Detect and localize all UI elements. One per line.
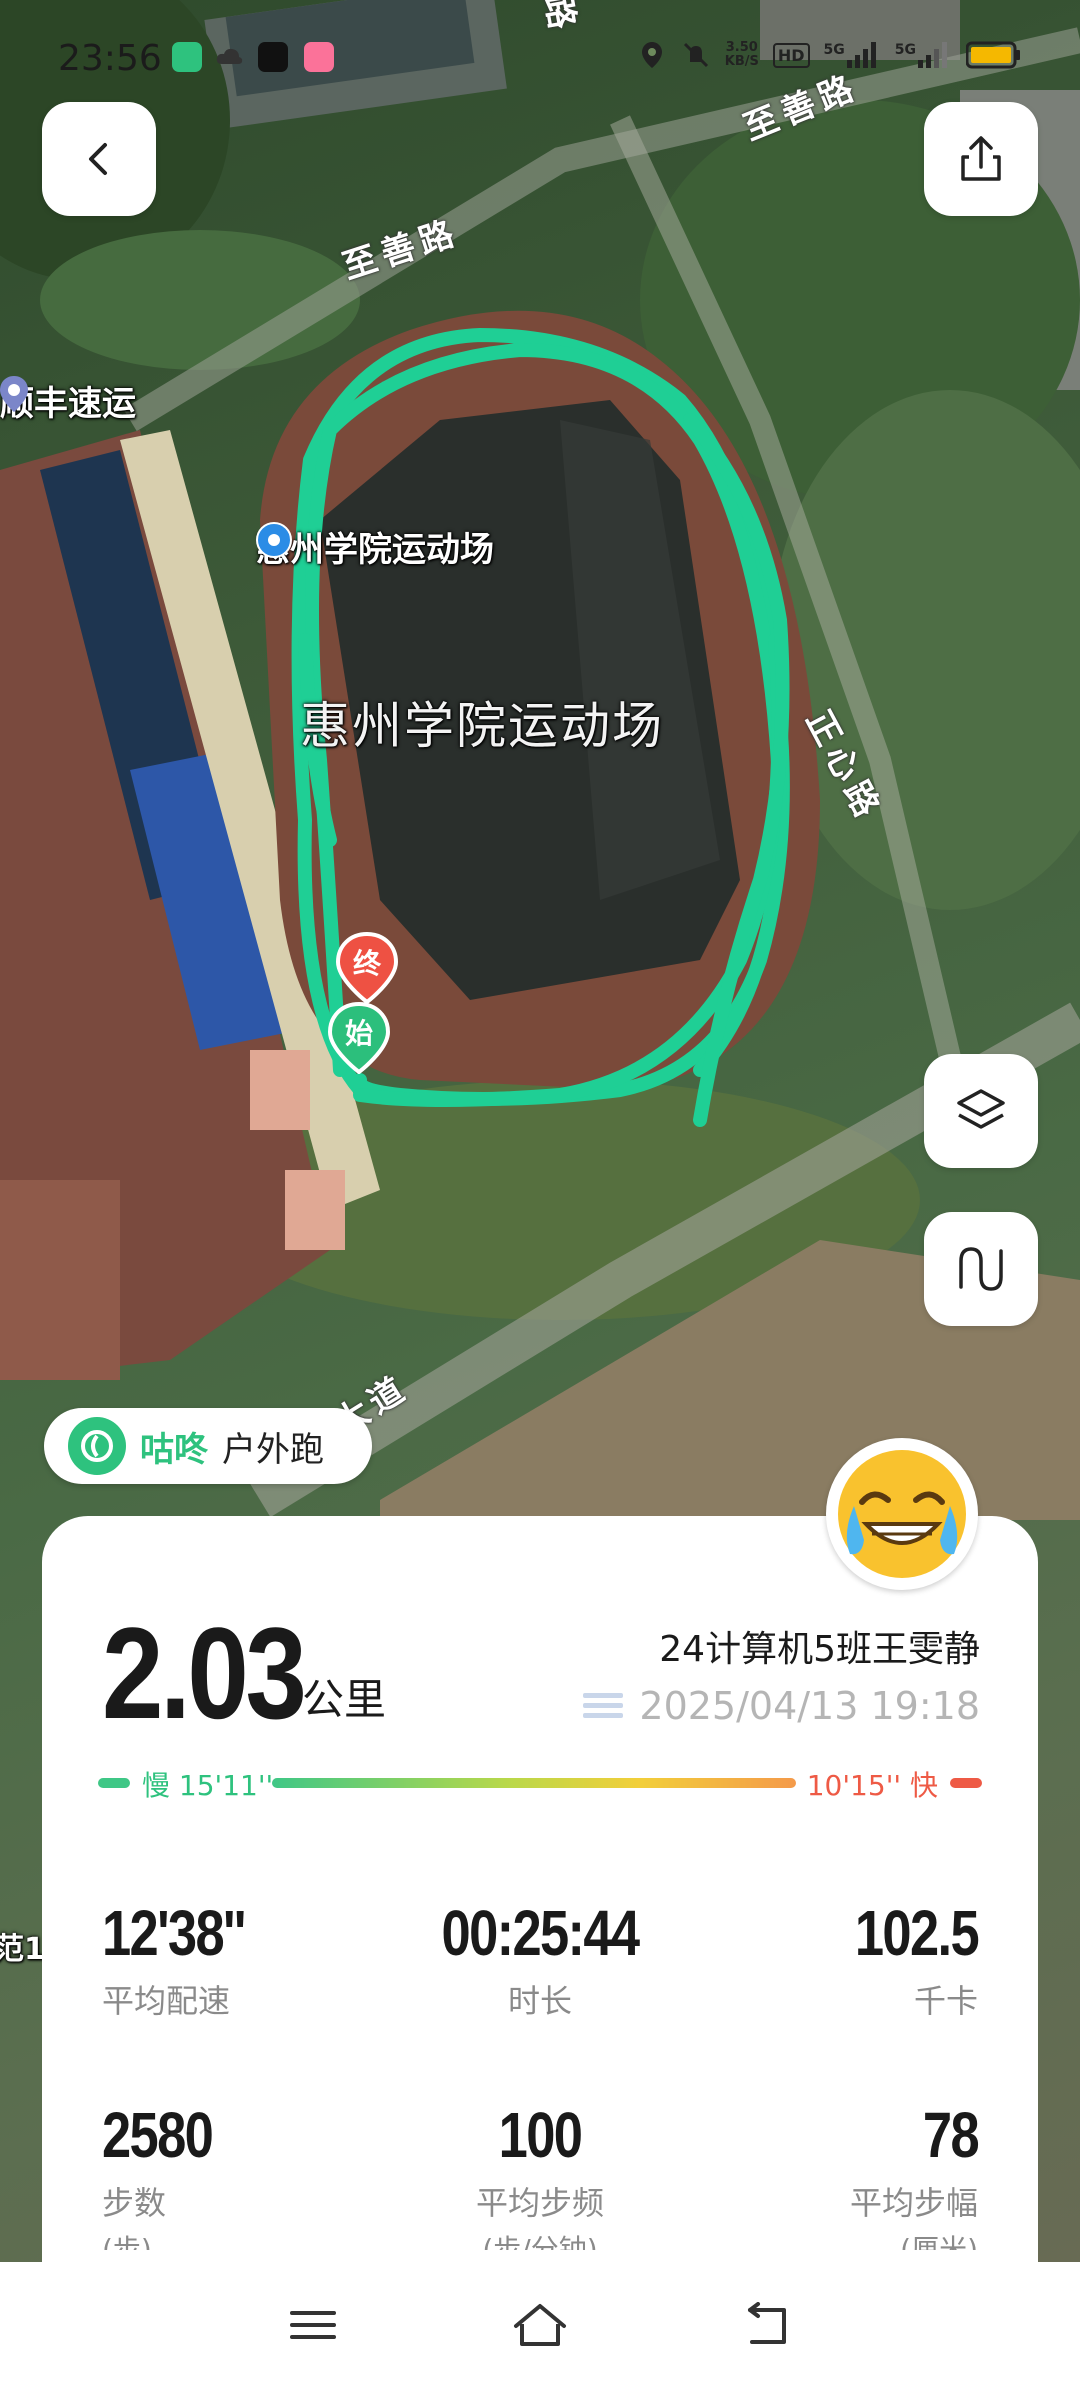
signal-bars-icon bbox=[918, 42, 947, 68]
status-time: 23:56 bbox=[58, 38, 162, 79]
stat-unit: (步) bbox=[102, 2233, 152, 2250]
chevron-left-icon bbox=[89, 143, 107, 175]
stat-calories: 102.5 千卡 bbox=[678, 1896, 980, 2022]
pace-scale: 慢 15'11'' 10'15'' 快 bbox=[98, 1764, 982, 1804]
sports-pin-icon bbox=[256, 522, 292, 558]
battery-icon bbox=[966, 41, 1020, 69]
stat-avg-pace: 12'38'' 平均配速 bbox=[102, 1896, 402, 2022]
area-label-stadium: 惠州学院运动场 bbox=[300, 697, 664, 755]
stat-duration: 00:25:44 时长 bbox=[390, 1896, 690, 2022]
net-speed-unit: KB/S bbox=[724, 54, 759, 69]
distance-value: 2.03 bbox=[102, 1600, 307, 1746]
stat-label: 步数 bbox=[102, 2184, 167, 2222]
stat-value: 2580 bbox=[102, 2099, 214, 2171]
user-name: 24计算机5班王雯静 bbox=[659, 1629, 980, 1670]
hd-badge: HD bbox=[772, 42, 810, 68]
net-speed-value: 3.50 bbox=[725, 40, 758, 55]
back-arrow-icon bbox=[747, 2302, 786, 2344]
codoon-logo-icon bbox=[68, 1417, 126, 1475]
stat-value: 102.5 bbox=[854, 1897, 980, 1969]
stat-label: 平均步幅 bbox=[849, 2184, 978, 2222]
app-notification-icon bbox=[172, 42, 202, 72]
mute-icon bbox=[683, 42, 708, 68]
stat-stride: 78 平均步幅 (厘米) bbox=[678, 2098, 980, 2250]
end-marker-text: 终 bbox=[352, 947, 381, 980]
distance-unit: 公里 bbox=[302, 1675, 387, 1724]
tiktok-notification-icon bbox=[258, 42, 288, 72]
pace-slow-cap bbox=[98, 1778, 130, 1788]
signal-sim1: 5G bbox=[824, 42, 881, 68]
brand-name: 咕咚 bbox=[140, 1429, 208, 1470]
share-button[interactable] bbox=[924, 102, 1038, 216]
system-nav-bar bbox=[0, 2262, 1080, 2388]
stat-unit: (步/分钟) bbox=[482, 2233, 598, 2250]
start-marker-text: 始 bbox=[344, 1017, 373, 1050]
bilibili-notification-icon bbox=[304, 42, 334, 72]
run-summary-card: 2.03 公里 24计算机5班王雯静 2025/04/13 19:18 慢 15… bbox=[42, 1516, 1038, 2276]
sim1-label: 5G bbox=[823, 42, 845, 58]
stat-label: 千卡 bbox=[913, 1982, 978, 2020]
stat-value: 100 bbox=[498, 2099, 583, 2171]
stat-cadence: 100 平均步频 (步/分钟) bbox=[390, 2098, 690, 2250]
menu-icon bbox=[290, 2311, 337, 2339]
stat-value: 78 bbox=[922, 2099, 980, 2171]
nav-back-button[interactable] bbox=[727, 2285, 807, 2365]
stat-value: 00:25:44 bbox=[441, 1897, 641, 1969]
weather-haze-icon bbox=[583, 1693, 624, 1718]
stat-unit: (厘米) bbox=[900, 2233, 978, 2250]
stat-steps: 2580 步数 (步) bbox=[102, 2098, 402, 2250]
signal-bars-icon bbox=[846, 42, 876, 68]
nav-menu-button[interactable] bbox=[273, 2285, 353, 2365]
nav-home-button[interactable] bbox=[500, 2285, 580, 2365]
stat-label: 平均配速 bbox=[102, 1982, 231, 2020]
map-layers-button[interactable] bbox=[924, 1054, 1038, 1168]
stat-label: 平均步频 bbox=[475, 2184, 604, 2222]
tears-of-joy-emoji-icon bbox=[838, 1450, 966, 1578]
home-icon bbox=[513, 2304, 566, 2346]
stat-value: 12'38'' bbox=[102, 1897, 246, 1969]
sim2-label: 5G bbox=[894, 42, 916, 58]
mood-emoji-avatar[interactable] bbox=[826, 1438, 978, 1590]
net-speed: 3.50 KB/S bbox=[725, 41, 759, 69]
stat-label: 时长 bbox=[507, 1982, 572, 2020]
pace-slow-label: 慢 15'11'' bbox=[142, 1769, 274, 1802]
route-toggle-button[interactable] bbox=[924, 1212, 1038, 1326]
pace-fast-label: 10'15'' 快 bbox=[806, 1769, 938, 1802]
route-curve-icon bbox=[959, 1247, 1003, 1291]
end-marker[interactable]: 终 bbox=[336, 932, 398, 1004]
signal-sim2: 5G bbox=[895, 42, 952, 68]
pace-gradient-bar bbox=[272, 1778, 796, 1788]
pace-fast-cap bbox=[950, 1778, 982, 1788]
poi-pin-icon bbox=[0, 376, 28, 412]
cloud-notification-icon bbox=[214, 42, 244, 72]
location-icon bbox=[641, 42, 662, 68]
run-date-text: 2025/04/13 19:18 bbox=[639, 1684, 980, 1728]
brand-badge: 咕咚 户外跑 bbox=[44, 1408, 372, 1484]
run-datetime: 2025/04/13 19:18 bbox=[583, 1684, 980, 1728]
workout-type: 户外跑 bbox=[222, 1429, 324, 1470]
status-bar: 23:56 3.50 KB/S HD 5G 5G bbox=[0, 30, 1080, 90]
back-button[interactable] bbox=[42, 102, 156, 216]
poi-label-shunfeng[interactable]: 顺丰速运 bbox=[0, 376, 136, 425]
layers-icon bbox=[957, 1089, 1005, 1129]
edge-label-left: 范1 bbox=[0, 1932, 45, 1967]
poi-label-stadium[interactable]: 惠州学院运动场 bbox=[256, 522, 494, 571]
status-right-group: 3.50 KB/S HD 5G 5G bbox=[637, 40, 1022, 70]
start-marker[interactable]: 始 bbox=[328, 1002, 390, 1074]
share-icon bbox=[961, 136, 1001, 181]
